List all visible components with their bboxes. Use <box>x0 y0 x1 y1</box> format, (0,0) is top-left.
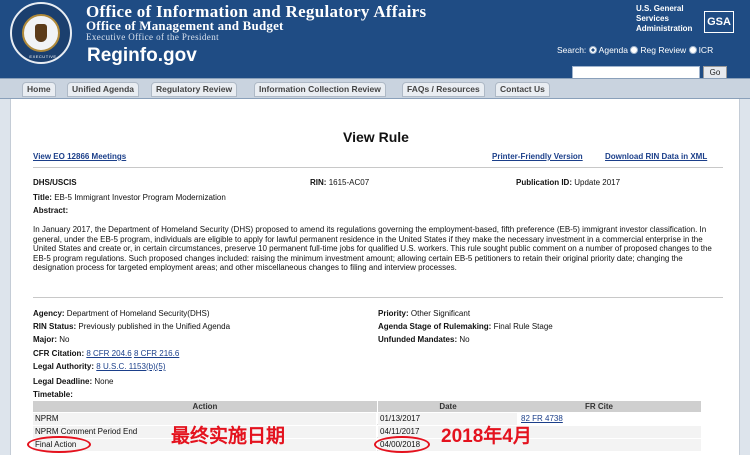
final-date-annotation-value: 2018年4月 <box>441 426 532 447</box>
cfr-link[interactable]: 8 CFR 204.6 <box>86 349 131 358</box>
main-content: View Rule View EO 12866 Meetings Printer… <box>10 99 740 455</box>
cfr-link[interactable]: 8 CFR 216.6 <box>134 349 179 358</box>
radio-reg-review[interactable] <box>630 46 639 54</box>
search-options: Search: Agenda Reg Review ICR <box>557 45 714 55</box>
publication-id-field: Publication ID: Update 2017 <box>516 178 621 187</box>
agency-line-3: Executive Office of the President <box>86 32 219 42</box>
site-name[interactable]: Reginfo.gov <box>87 45 197 67</box>
gsa-text[interactable]: U.S. General Services Administration <box>636 4 706 34</box>
nav-contact-us[interactable]: Contact Us <box>495 82 550 97</box>
site-header: EXECUTIVE Office of Information and Regu… <box>0 0 750 80</box>
timetable-header-fr-cite: FR Cite <box>497 401 701 412</box>
nav-faqs-resources[interactable]: FAQs / Resources <box>402 82 485 97</box>
nav-information-collection-review[interactable]: Information Collection Review <box>254 82 386 97</box>
legal-deadline-field: Legal Deadline: None <box>33 377 114 386</box>
abstract-label: Abstract: <box>33 206 69 215</box>
major-field: Major: No <box>33 335 70 344</box>
timetable-header-action: Action <box>33 401 377 412</box>
final-date-highlight-circle <box>374 436 430 453</box>
view-eo-meetings-link[interactable]: View EO 12866 Meetings <box>33 152 126 161</box>
agency-code: DHS/USCIS <box>33 178 77 187</box>
abstract-text: In January 2017, the Department of Homel… <box>33 225 712 273</box>
final-date-annotation-label: 最终实施日期 <box>171 426 286 447</box>
divider <box>33 297 723 298</box>
timetable-label: Timetable: <box>33 390 73 399</box>
main-nav: Home Unified Agenda Regulatory Review In… <box>0 78 750 99</box>
radio-icr[interactable] <box>688 46 697 54</box>
legal-authority-field: Legal Authority: 8 U.S.C. 1153(b)(5) <box>33 362 166 371</box>
final-action-highlight-circle <box>27 436 91 453</box>
priority-field: Priority: Other Significant <box>378 309 471 318</box>
rin-status-field: RIN Status: Previously published in the … <box>33 322 231 331</box>
divider <box>33 167 723 168</box>
cfr-citation-field: CFR Citation: 8 CFR 204.6 8 CFR 216.6 <box>33 349 180 358</box>
printer-friendly-link[interactable]: Printer-Friendly Version <box>492 152 583 161</box>
download-rin-xml-link[interactable]: Download RIN Data in XML <box>605 152 707 161</box>
nav-home[interactable]: Home <box>22 82 56 97</box>
title-field: Title: EB-5 Immigrant Investor Program M… <box>33 193 226 202</box>
radio-agenda[interactable] <box>588 46 597 54</box>
agenda-stage-field: Agenda Stage of Rulemaking: Final Rule S… <box>378 322 553 331</box>
nav-unified-agenda[interactable]: Unified Agenda <box>67 82 140 97</box>
rin-field: RIN: 1615-AC07 <box>310 178 370 187</box>
gsa-logo-icon[interactable]: GSA <box>704 11 734 33</box>
omb-seal-icon: EXECUTIVE <box>10 2 72 64</box>
page-title: View Rule <box>343 129 409 145</box>
unfunded-mandates-field: Unfunded Mandates: No <box>378 335 470 344</box>
legal-authority-link[interactable]: 8 U.S.C. 1153(b)(5) <box>96 362 165 371</box>
nav-regulatory-review[interactable]: Regulatory Review <box>151 82 238 97</box>
agency-field: Agency: Department of Homeland Security(… <box>33 309 210 318</box>
search-label: Search: <box>557 45 587 55</box>
